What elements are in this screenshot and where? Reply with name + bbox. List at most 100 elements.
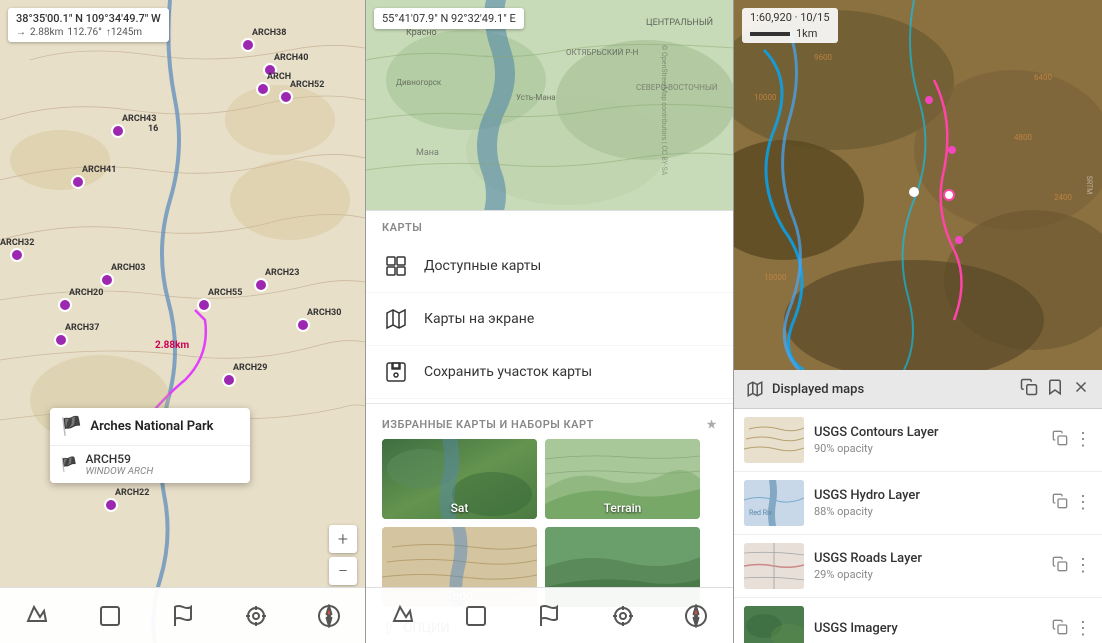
marker-label-ARCH38: ARCH38 xyxy=(252,28,286,38)
scale-indicator: 1km xyxy=(750,27,830,40)
svg-text:СЕВЕРО-ВОСТОЧНЫЙ: СЕВЕРО-ВОСТОЧНЫЙ xyxy=(636,83,718,92)
zoom-plus-button[interactable]: + xyxy=(329,525,357,553)
popup-card[interactable]: 🏴 Arches National Park 🏴 ARCH59 WINDOW A… xyxy=(50,408,250,483)
nav-info-1: → 2.88km 112.76° ↑1245m xyxy=(16,27,161,38)
map-background-3: 9600 10000 6400 4800 2400 10000 1:60,920… xyxy=(734,0,1102,370)
layer-opacity-hydro: 88% opacity xyxy=(814,505,1042,518)
popup-flag-icon: 🏴 xyxy=(60,416,82,437)
toolbar-map-button-2[interactable] xyxy=(383,596,423,636)
marker-ARCH52[interactable] xyxy=(279,90,293,104)
popup-row[interactable]: 🏴 ARCH59 WINDOW ARCH xyxy=(50,446,250,483)
layer-item-roads[interactable]: USGS Roads Layer 29% opacity ⋮ xyxy=(734,535,1102,598)
thumbnail-sat[interactable]: Sat xyxy=(382,439,537,519)
popup-sub-sub: WINDOW ARCH xyxy=(85,466,153,477)
marker-ARCH30[interactable] xyxy=(296,318,310,332)
layer-thumb-imagery xyxy=(744,606,804,643)
thumbnail-terrain[interactable]: Terrain xyxy=(545,439,700,519)
zoom-minus-button[interactable]: − xyxy=(329,557,357,585)
layer-more-imagery[interactable]: ⋮ xyxy=(1074,620,1092,638)
map-background-2: Красно ЦЕНТРАЛЬНЫЙ ОКТЯБРЬСКИЙ Р-Н Дивно… xyxy=(366,0,733,220)
layers-close-button[interactable] xyxy=(1072,378,1090,400)
marker-label-ARCH29: ARCH29 xyxy=(233,363,267,373)
toolbar-compass-button-2[interactable] xyxy=(676,596,716,636)
marker-ARCH20[interactable] xyxy=(58,298,72,312)
scale-text: 1:60,920 · 10/15 xyxy=(750,11,830,24)
svg-text:Дивногорск: Дивногорск xyxy=(396,78,442,87)
marker-label-ARCH43: ARCH43 xyxy=(122,114,156,124)
watermark-2: © OpenStreetMap contributors | CC BY-SA xyxy=(660,45,668,175)
menu-divider xyxy=(366,403,733,404)
toolbar-compass-button-1[interactable] xyxy=(309,596,349,636)
layers-copy-button[interactable] xyxy=(1020,378,1038,400)
popup-sub-name: ARCH59 xyxy=(85,452,153,466)
toolbar-gps-button-2[interactable] xyxy=(603,596,643,636)
svg-text:2400: 2400 xyxy=(1054,193,1072,202)
marker-ARCH32[interactable] xyxy=(10,248,24,262)
layers-title-text: Displayed maps xyxy=(772,382,864,397)
svg-text:Red Riv: Red Riv xyxy=(749,509,773,517)
layers-actions xyxy=(1020,378,1090,400)
layers-list: USGS Contours Layer 90% opacity ⋮ xyxy=(734,409,1102,643)
layer-thumb-contours xyxy=(744,417,804,463)
marker-ARCH03[interactable] xyxy=(100,273,114,287)
marker-label-ARCH22: ARCH22 xyxy=(115,488,149,498)
favorites-grid: Sat Terrain xyxy=(382,439,717,607)
marker-ARCH55[interactable] xyxy=(197,298,211,312)
marker-label-ARCH41: ARCH41 xyxy=(82,165,116,175)
svg-text:ЦЕНТРАЛЬНЫЙ: ЦЕНТРАЛЬНЫЙ xyxy=(646,16,713,28)
layer-more-roads[interactable]: ⋮ xyxy=(1074,557,1092,575)
marker-ARCH43[interactable] xyxy=(111,124,125,138)
menu-item-save-map[interactable]: Сохранить участок карты xyxy=(366,346,733,399)
panel-map-menu: Красно ЦЕНТРАЛЬНЫЙ ОКТЯБРЬСКИЙ Р-Н Дивно… xyxy=(365,0,733,643)
scale-km: 1km xyxy=(796,27,817,40)
layer-copy-contours[interactable] xyxy=(1052,430,1068,450)
layer-actions-imagery: ⋮ xyxy=(1052,619,1092,639)
toolbar-tracks-button-1[interactable] xyxy=(90,596,130,636)
toolbar-waypoints-button-1[interactable] xyxy=(163,596,203,636)
layer-actions-roads: ⋮ xyxy=(1052,556,1092,576)
layer-more-hydro[interactable]: ⋮ xyxy=(1074,494,1092,512)
menu-item-available-maps[interactable]: Доступные карты xyxy=(366,240,733,293)
layers-header: Displayed maps xyxy=(734,370,1102,409)
layer-name-roads: USGS Roads Layer xyxy=(814,551,1042,566)
layer-item-imagery[interactable]: USGS Imagery ⋮ xyxy=(734,598,1102,643)
save-map-label: Сохранить участок карты xyxy=(424,364,592,380)
toolbar-gps-button-1[interactable] xyxy=(236,596,276,636)
layer-thumb-hydro: Red Riv xyxy=(744,480,804,526)
nav-elevation: ↑1245m xyxy=(106,27,142,38)
marker-ARCH41[interactable] xyxy=(71,175,85,189)
menu-section-title: КАРТЫ xyxy=(366,211,733,240)
marker-ARCH22[interactable] xyxy=(104,498,118,512)
layer-more-contours[interactable]: ⋮ xyxy=(1074,431,1092,449)
layer-item-hydro[interactable]: Red Riv USGS Hydro Layer 88% opacity ⋮ xyxy=(734,472,1102,535)
scale-line xyxy=(750,32,790,36)
marker-ARCH[interactable] xyxy=(256,82,270,96)
nav-arrow: → xyxy=(16,27,26,38)
popup-title: Arches National Park xyxy=(90,419,213,434)
layer-copy-hydro[interactable] xyxy=(1052,493,1068,513)
popup-row-info: ARCH59 WINDOW ARCH xyxy=(85,452,153,477)
scale-bar: 1:60,920 · 10/15 1km xyxy=(742,8,838,43)
marker-ARCH23[interactable] xyxy=(254,278,268,292)
layer-copy-imagery[interactable] xyxy=(1052,619,1068,639)
layer-info-imagery: USGS Imagery xyxy=(814,621,1042,638)
toolbar-tracks-button-2[interactable] xyxy=(456,596,496,636)
layers-bookmark-button[interactable] xyxy=(1046,378,1064,400)
svg-text:Мана: Мана xyxy=(416,148,439,158)
layer-name-imagery: USGS Imagery xyxy=(814,621,1042,636)
marker-ARCH38[interactable] xyxy=(241,38,255,52)
svg-text:6400: 6400 xyxy=(1034,73,1052,82)
toolbar-waypoints-button-2[interactable] xyxy=(529,596,569,636)
marker-ARCH29[interactable] xyxy=(222,373,236,387)
menu-item-displayed-maps[interactable]: Карты на экране xyxy=(366,293,733,346)
available-maps-label: Доступные карты xyxy=(424,258,541,274)
layer-copy-roads[interactable] xyxy=(1052,556,1068,576)
marker-label-ARCH32: ARCH32 xyxy=(0,238,34,248)
toolbar-map-button-1[interactable] xyxy=(17,596,57,636)
terrain-map-3: 9600 10000 6400 4800 2400 10000 1:60,920… xyxy=(734,0,1102,370)
nav-distance: 2.88km xyxy=(30,27,63,38)
layer-info-contours: USGS Contours Layer 90% opacity xyxy=(814,425,1042,455)
layer-item-contours[interactable]: USGS Contours Layer 90% opacity ⋮ xyxy=(734,409,1102,472)
coordinate-bar-1: 38°35'00.1" N 109°34'49.7" W → 2.88km 11… xyxy=(8,8,169,42)
marker-ARCH37[interactable] xyxy=(54,333,68,347)
